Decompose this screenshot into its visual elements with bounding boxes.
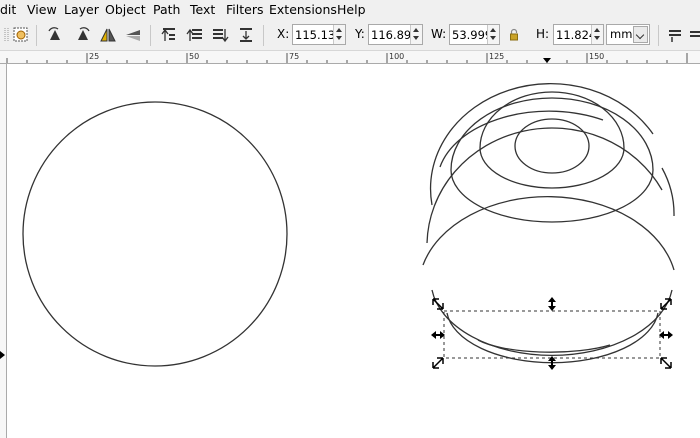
vertical-ruler-ticks xyxy=(0,351,5,359)
raise-icon[interactable] xyxy=(186,26,204,44)
scale-handle-bl xyxy=(432,357,444,369)
menu-bar: dit View Layer Object Path Text Filters … xyxy=(0,0,700,20)
menu-object[interactable]: Object xyxy=(105,2,146,18)
y-input[interactable] xyxy=(369,25,410,44)
snap-options-icon[interactable] xyxy=(666,26,684,44)
w-input[interactable] xyxy=(450,25,487,44)
transform-options-icon[interactable] xyxy=(688,26,700,44)
w-spinner[interactable] xyxy=(487,25,499,44)
ruler-label-25: 25 xyxy=(89,52,100,61)
ruler-label-125: 125 xyxy=(489,52,505,61)
separator xyxy=(263,25,264,46)
menu-extensions[interactable]: Extensions xyxy=(269,2,337,18)
h-label: H: xyxy=(536,27,550,41)
unit-value: mm xyxy=(610,27,633,41)
toolbar-handle-icon xyxy=(4,28,9,42)
x-field[interactable] xyxy=(292,24,346,45)
chevron-down-icon[interactable] xyxy=(633,26,648,43)
y-field[interactable] xyxy=(368,24,423,45)
separator xyxy=(36,25,37,46)
vertical-ruler xyxy=(0,64,7,438)
x-input[interactable] xyxy=(293,25,333,44)
menu-edit[interactable]: dit xyxy=(0,2,16,18)
lower-icon[interactable] xyxy=(211,26,229,44)
lock-ratio-icon[interactable] xyxy=(509,28,519,42)
select-in-all-layers-icon[interactable] xyxy=(12,26,30,44)
selection-bbox xyxy=(443,310,661,359)
x-label: X: xyxy=(277,27,290,41)
canvas-drawing xyxy=(22,83,675,370)
tool-controls-bar: X: Y: W: H: mm xyxy=(0,20,700,51)
scale-handle-right xyxy=(659,331,673,339)
ruler-label-50: 50 xyxy=(189,52,200,61)
unit-select[interactable]: mm xyxy=(606,24,650,45)
y-label: Y: xyxy=(355,27,365,41)
w-field[interactable] xyxy=(449,24,500,45)
sphere-arc-9 xyxy=(477,339,611,353)
menu-filters[interactable]: Filters xyxy=(226,2,263,18)
w-label: W: xyxy=(431,27,447,41)
menu-help[interactable]: Help xyxy=(337,2,366,18)
h-spinner[interactable] xyxy=(591,25,603,44)
drawing-canvas[interactable] xyxy=(7,64,700,438)
menu-text[interactable]: Text xyxy=(190,2,215,18)
flip-horizontal-icon[interactable] xyxy=(99,26,117,44)
lower-to-bottom-icon[interactable] xyxy=(237,26,255,44)
menu-layer[interactable]: Layer xyxy=(64,2,99,18)
sphere-arc-4a xyxy=(439,110,604,168)
scale-handle-br xyxy=(660,357,672,369)
rotate-ccw-icon[interactable] xyxy=(46,26,64,44)
rotate-cw-icon[interactable] xyxy=(74,26,92,44)
sphere-arc-6 xyxy=(422,195,675,271)
ruler-label-75: 75 xyxy=(289,52,300,61)
sphere-ring-1 xyxy=(514,118,590,174)
menu-view[interactable]: View xyxy=(27,2,57,18)
sphere-ring-3 xyxy=(450,97,654,223)
circle-shape xyxy=(22,101,288,367)
separator xyxy=(150,25,151,46)
h-field[interactable] xyxy=(553,24,604,45)
x-spinner[interactable] xyxy=(333,25,345,44)
h-input[interactable] xyxy=(554,25,591,44)
menu-path[interactable]: Path xyxy=(153,2,180,18)
flip-vertical-icon[interactable] xyxy=(124,26,142,44)
ruler-label-100: 100 xyxy=(389,52,405,61)
scale-handle-tr xyxy=(660,298,672,310)
raise-to-top-icon[interactable] xyxy=(160,26,178,44)
scale-handle-tl xyxy=(432,298,444,310)
scale-handle-top xyxy=(548,297,556,311)
ruler-label-150: 150 xyxy=(589,52,605,61)
scale-handle-left xyxy=(431,331,445,339)
horizontal-ruler: 25 50 75 100 125 150 xyxy=(0,51,700,64)
separator xyxy=(658,25,659,46)
sphere-arc-5 xyxy=(426,127,663,244)
y-spinner[interactable] xyxy=(410,25,422,44)
